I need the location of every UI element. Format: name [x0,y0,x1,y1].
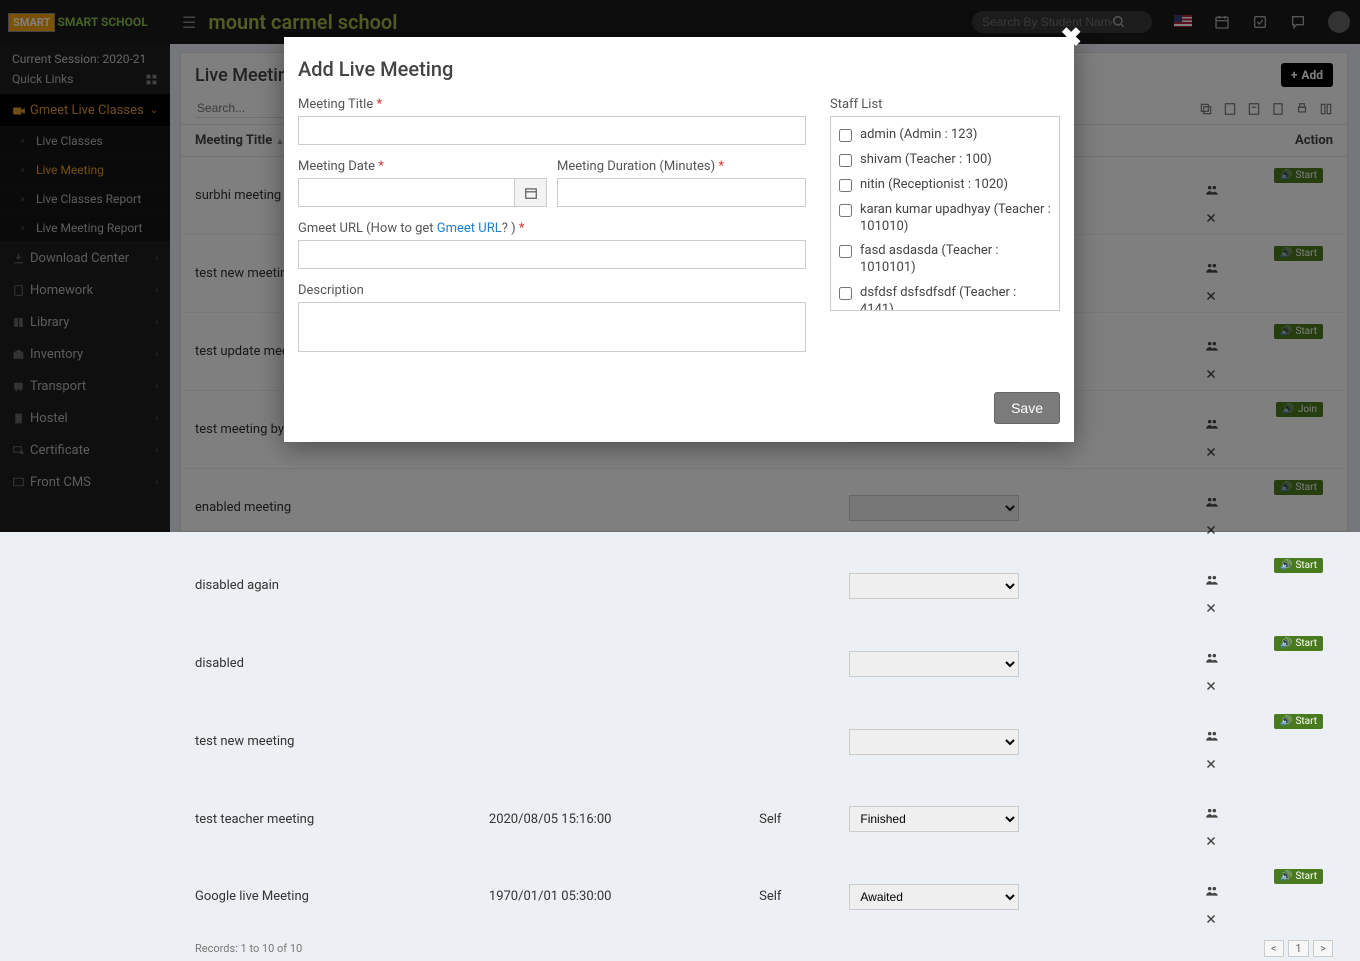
meeting-title-input[interactable] [298,116,806,145]
status-select[interactable] [849,573,1019,599]
cell-status: Finished [835,781,1190,858]
meeting-date-label: Meeting Date * [298,159,547,174]
users-icon[interactable] [1205,884,1333,898]
staff-name: shivam (Teacher : 100) [860,152,992,169]
cell-created [745,703,835,781]
staff-checkbox[interactable] [839,179,852,192]
staff-checkbox[interactable] [839,245,852,258]
staff-name: karan kumar upadhyay (Teacher : 101010) [860,202,1051,236]
cell-date [475,625,745,703]
staff-list-box[interactable]: admin (Admin : 123) shivam (Teacher : 100… [830,116,1060,311]
status-select[interactable]: Finished [849,806,1019,832]
cell-created: Self [745,781,835,858]
gmeet-url-label: Gmeet URL (How to get Gmeet URL? ) * [298,221,806,236]
staff-item[interactable]: dsfdsf dsfsdfsdf (Teacher : 4141) [839,281,1051,311]
staff-item[interactable]: karan kumar upadhyay (Teacher : 101010) [839,198,1051,240]
gmeet-url-help-link[interactable]: Gmeet URL [437,221,502,236]
cell-title: disabled again [181,547,475,625]
status-select[interactable] [849,651,1019,677]
delete-icon[interactable] [1205,602,1333,614]
staff-list-label: Staff List [830,97,1060,112]
delete-icon[interactable] [1205,913,1333,925]
staff-checkbox[interactable] [839,204,852,217]
cell-title: Google live Meeting [181,858,475,936]
staff-item[interactable]: fasd asdasda (Teacher : 1010101) [839,239,1051,281]
meeting-title-label: Meeting Title * [298,97,806,112]
staff-name: dsfdsf dsfsdfsdf (Teacher : 4141) [860,285,1051,311]
description-label: Description [298,283,806,298]
speaker-icon: 🔊 [1280,716,1292,727]
staff-item[interactable]: nitin (Receptionist : 1020) [839,173,1051,198]
delete-icon[interactable] [1205,680,1333,692]
save-button[interactable]: Save [994,392,1060,424]
cell-status [835,547,1190,625]
pager-page[interactable]: 1 [1288,940,1308,957]
duration-input[interactable] [557,178,806,207]
cell-status [835,625,1190,703]
speaker-icon: 🔊 [1280,638,1292,649]
staff-name: admin (Admin : 123) [860,127,977,144]
meeting-date-input[interactable] [298,178,515,207]
table-row: test teacher meeting 2020/08/05 15:16:00… [181,781,1347,858]
staff-name: nitin (Receptionist : 1020) [860,177,1008,194]
start-button[interactable]: 🔊Start [1274,558,1323,573]
calendar-picker-icon[interactable] [515,178,547,207]
cell-date: 1970/01/01 05:30:00 [475,858,745,936]
users-icon[interactable] [1205,573,1333,587]
close-icon[interactable]: ✖ [1060,23,1082,53]
pager-next[interactable]: > [1313,940,1333,957]
records-count: Records: 1 to 10 of 10 [195,942,302,955]
cell-date [475,547,745,625]
status-select[interactable] [849,729,1019,755]
table-row: disabled again 🔊Start [181,547,1347,625]
cell-date [475,703,745,781]
speaker-icon: 🔊 [1280,871,1292,882]
users-icon[interactable] [1205,651,1333,665]
speaker-icon: 🔊 [1280,560,1292,571]
users-icon[interactable] [1205,729,1333,743]
duration-label: Meeting Duration (Minutes) * [557,159,806,174]
table-row: Google live Meeting 1970/01/01 05:30:00 … [181,858,1347,936]
cell-title: test new meeting [181,703,475,781]
staff-item[interactable]: admin (Admin : 123) [839,123,1051,148]
cell-created [745,547,835,625]
staff-name: fasd asdasda (Teacher : 1010101) [860,243,1051,277]
pager-prev[interactable]: < [1264,940,1284,957]
staff-item[interactable]: shivam (Teacher : 100) [839,148,1051,173]
staff-checkbox[interactable] [839,129,852,142]
cell-created: Self [745,858,835,936]
pager: < 1 > [1262,942,1333,955]
add-live-meeting-modal: ✖ Add Live Meeting Meeting Title * Meeti… [284,37,1074,442]
table-row: disabled 🔊Start [181,625,1347,703]
table-row: test new meeting 🔊Start [181,703,1347,781]
gmeet-url-input[interactable] [298,240,806,269]
cell-status: Awaited [835,858,1190,936]
modal-title: Add Live Meeting [284,37,1074,91]
start-button[interactable]: 🔊Start [1274,636,1323,651]
cell-status [835,703,1190,781]
delete-icon[interactable] [1205,835,1333,847]
staff-checkbox[interactable] [839,154,852,167]
status-select[interactable]: Awaited [849,884,1019,910]
cell-date: 2020/08/05 15:16:00 [475,781,745,858]
users-icon[interactable] [1205,806,1333,820]
cell-title: test teacher meeting [181,781,475,858]
start-button[interactable]: 🔊Start [1274,714,1323,729]
delete-icon[interactable] [1205,758,1333,770]
staff-checkbox[interactable] [839,287,852,300]
start-button[interactable]: 🔊Start [1274,869,1323,884]
description-input[interactable] [298,302,806,352]
cell-title: disabled [181,625,475,703]
cell-created [745,625,835,703]
